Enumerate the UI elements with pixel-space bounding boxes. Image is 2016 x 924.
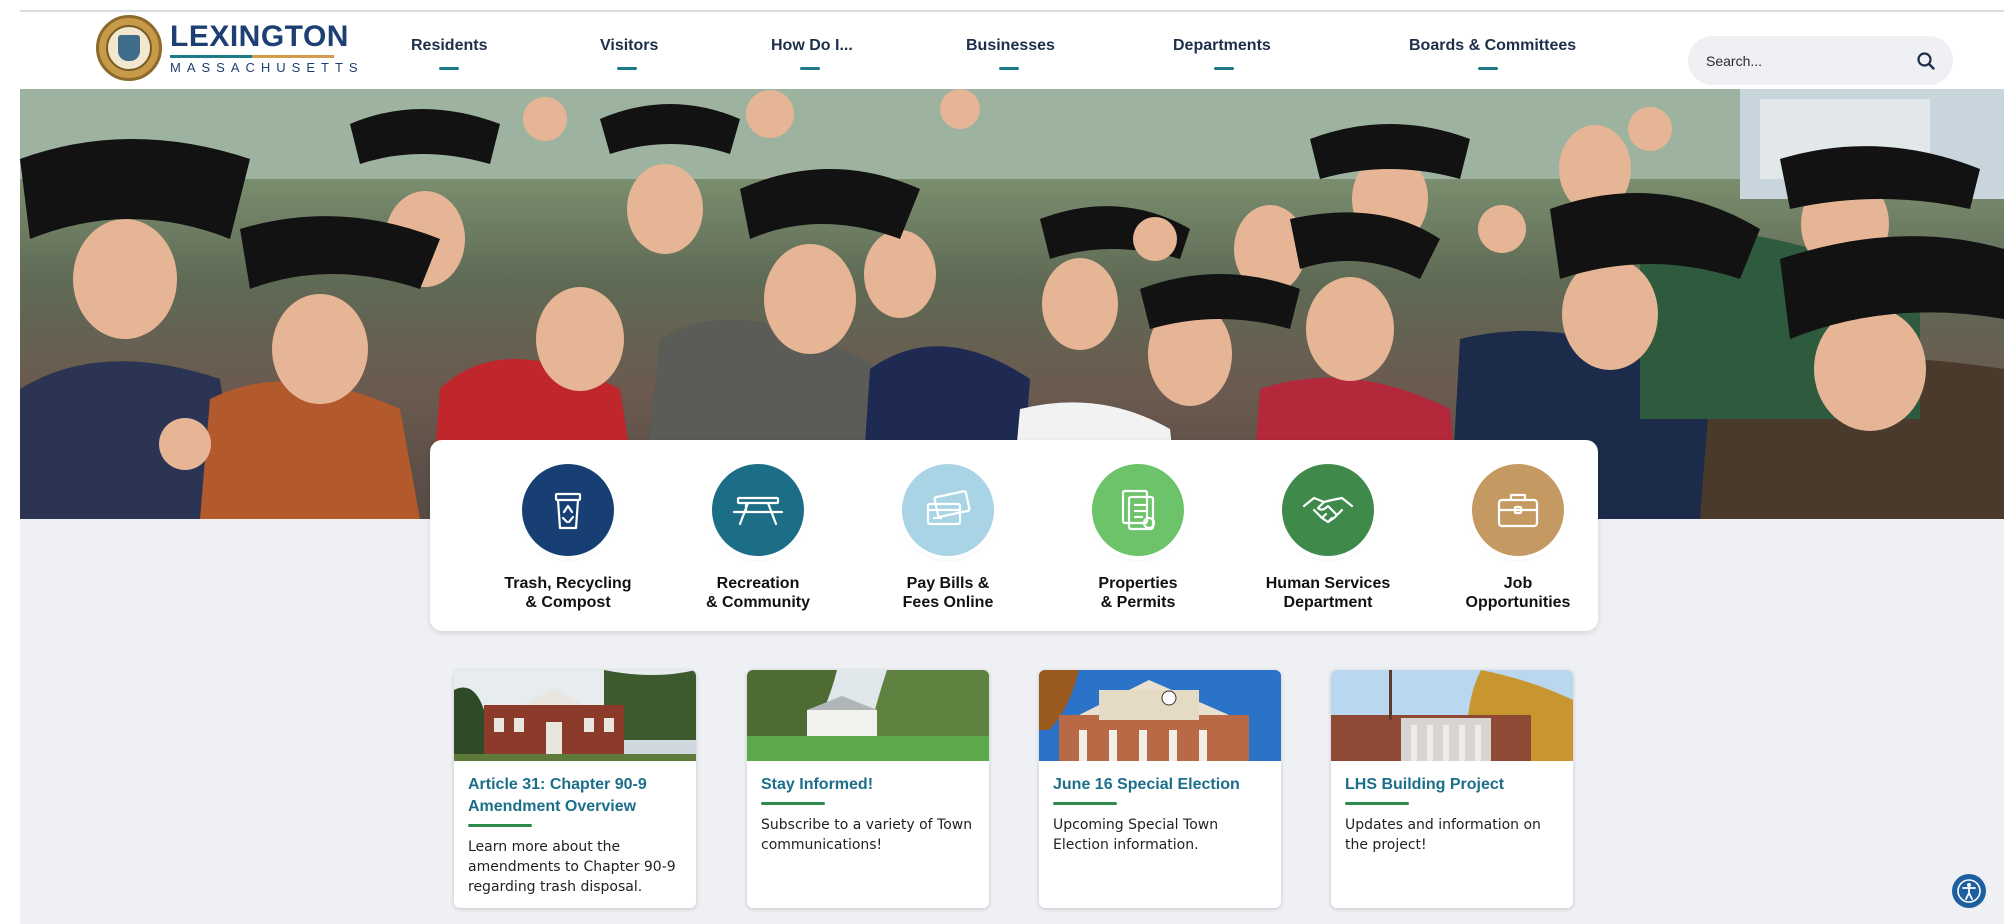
card-description: Subscribe to a variety of Town communica… — [761, 817, 973, 853]
picnic-table-icon — [712, 464, 804, 556]
nav-how-do-i[interactable]: How Do I... — [771, 37, 853, 55]
nav-businesses[interactable]: Businesses — [966, 37, 1055, 55]
quick-link-label: Trash, Recycling & Compost — [504, 575, 632, 611]
card-divider — [1053, 802, 1117, 805]
card-image — [454, 670, 696, 761]
site-subtitle: MASSACHUSETTS — [170, 60, 364, 75]
quick-link-label: Human Services Department — [1265, 575, 1391, 611]
card-divider — [761, 802, 825, 805]
briefcase-icon — [1472, 464, 1564, 556]
search-icon[interactable] — [1916, 51, 1936, 71]
quick-link-label: Properties & Permits — [1098, 575, 1178, 611]
quick-link-label: Job Opportunities — [1465, 575, 1571, 611]
news-card[interactable]: June 16 Special Election Upcoming Specia… — [1039, 670, 1281, 908]
logo-divider — [170, 55, 334, 58]
nav-indicator — [439, 67, 459, 70]
credit-cards-icon — [902, 464, 994, 556]
quick-link-recreation[interactable]: Recreation & Community — [673, 464, 843, 612]
card-divider — [468, 824, 532, 827]
quick-link-properties-permits[interactable]: Properties & Permits — [1053, 464, 1223, 612]
card-title: June 16 Special Election — [1053, 776, 1240, 793]
card-image — [1039, 670, 1281, 761]
quick-links-panel: Trash, Recycling & Compost Recreation & … — [430, 440, 1598, 631]
quick-link-label: Recreation & Community — [706, 575, 810, 611]
site-header: LEXINGTON MASSACHUSETTS Residents Visito… — [20, 12, 2004, 89]
site-logo[interactable]: LEXINGTON MASSACHUSETTS — [96, 15, 364, 81]
permit-documents-icon — [1092, 464, 1184, 556]
card-description: Upcoming Special Town Election informati… — [1053, 817, 1219, 853]
card-image — [747, 670, 989, 761]
card-description: Learn more about the amendments to Chapt… — [468, 839, 676, 895]
town-seal-icon — [96, 15, 162, 81]
nav-residents[interactable]: Residents — [411, 37, 487, 55]
search-input[interactable] — [1704, 49, 1908, 73]
nav-departments[interactable]: Departments — [1173, 37, 1271, 55]
site-name: LEXINGTON — [170, 20, 349, 53]
card-description: Updates and information on the project! — [1345, 817, 1541, 853]
accessibility-button[interactable] — [1952, 874, 1986, 908]
nav-indicator — [1478, 67, 1498, 70]
card-title: Article 31: Chapter 90-9 Amendment Overv… — [468, 776, 647, 815]
quick-link-label: Pay Bills & Fees Online — [902, 575, 994, 611]
news-card[interactable]: LHS Building Project Updates and informa… — [1331, 670, 1573, 908]
search-box — [1688, 36, 1953, 85]
nav-indicator — [1214, 67, 1234, 70]
handshake-icon — [1282, 464, 1374, 556]
card-title: LHS Building Project — [1345, 776, 1505, 793]
nav-visitors[interactable]: Visitors — [600, 37, 658, 55]
card-divider — [1345, 802, 1409, 805]
nav-boards-committees[interactable]: Boards & Committees — [1409, 37, 1576, 55]
card-title: Stay Informed! — [761, 776, 874, 793]
nav-indicator — [800, 67, 820, 70]
accessibility-icon — [1957, 879, 1981, 903]
quick-link-human-services[interactable]: Human Services Department — [1243, 464, 1413, 612]
news-card[interactable]: Article 31: Chapter 90-9 Amendment Overv… — [454, 670, 696, 908]
recycling-bin-icon — [522, 464, 614, 556]
quick-link-job-opportunities[interactable]: Job Opportunities — [1433, 464, 1603, 612]
news-card[interactable]: Stay Informed! Subscribe to a variety of… — [747, 670, 989, 908]
quick-link-trash-recycling[interactable]: Trash, Recycling & Compost — [483, 464, 653, 612]
card-image — [1331, 670, 1573, 761]
nav-indicator — [999, 67, 1019, 70]
nav-indicator — [617, 67, 637, 70]
quick-link-pay-bills[interactable]: Pay Bills & Fees Online — [863, 464, 1033, 612]
